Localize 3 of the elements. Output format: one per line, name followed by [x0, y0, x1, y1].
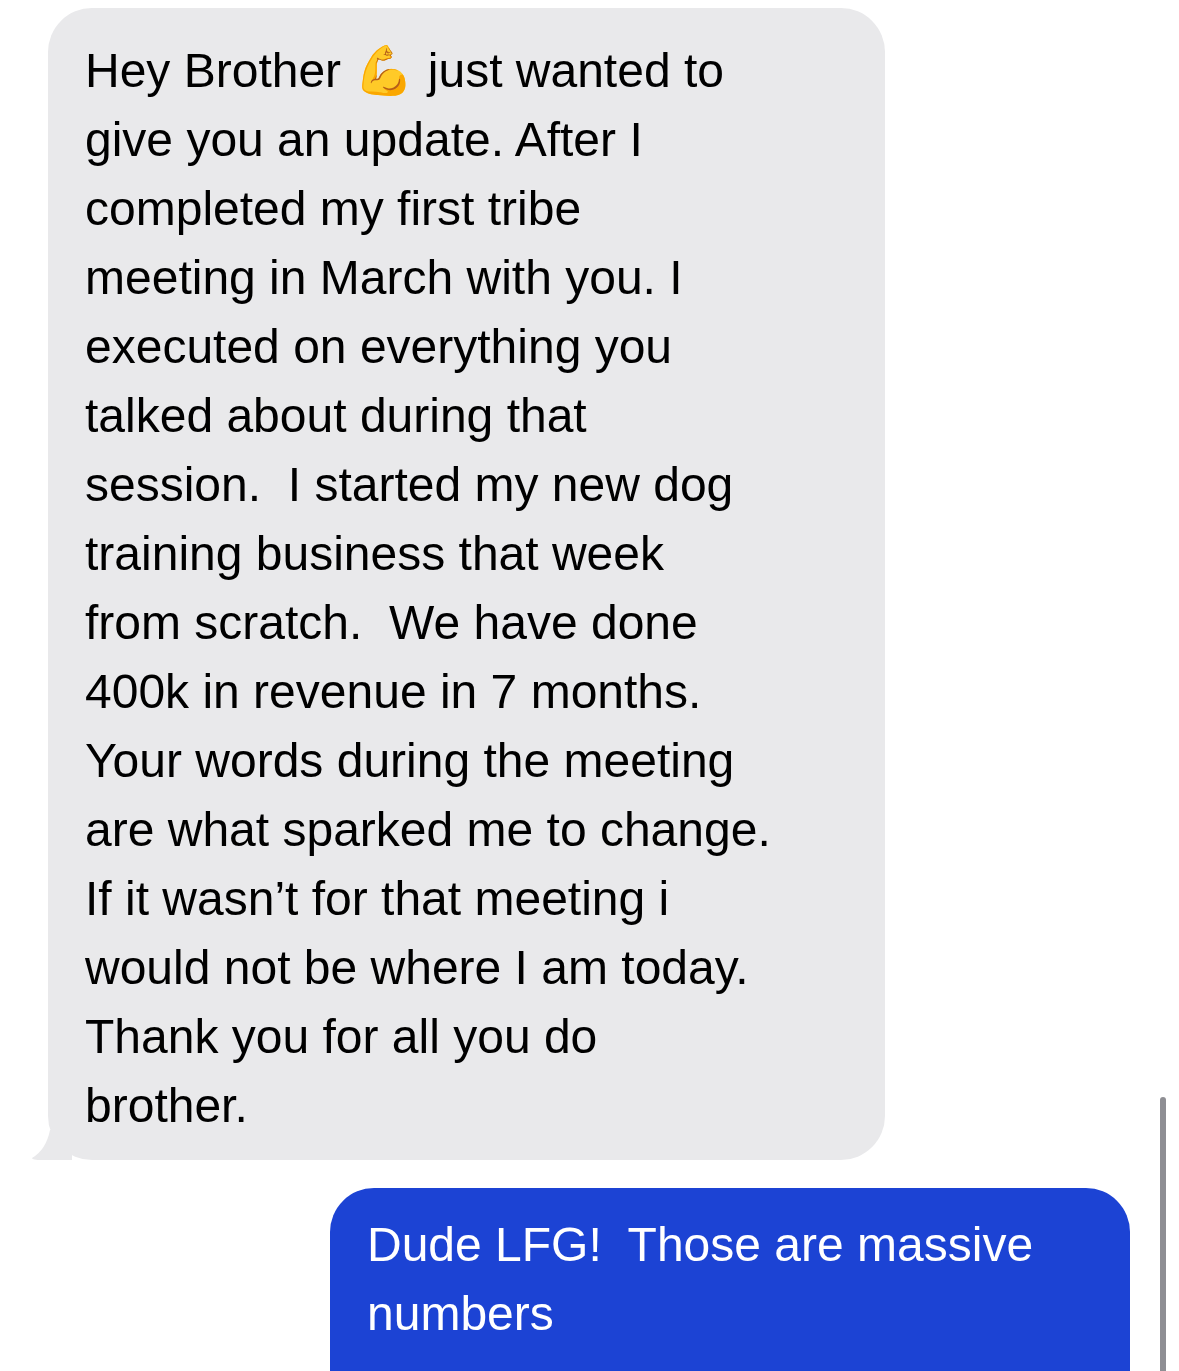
- scrollbar[interactable]: [1160, 1097, 1166, 1371]
- incoming-message-bubble: Hey Brother 💪 just wanted to give you an update. After I completed my first tribe meeting in March with you. I executed on everything you talked about during that session. I started my new dog training business that week from scratch. We have done 400k in revenue in 7 months. Your words during the meeting are what sparked me to change. If it wasn’t for that meeting i would not be where I am today. Thank you for all you do brother.: [48, 8, 885, 1160]
- outgoing-message-bubble: Dude LFG! Those are massive numbers: [330, 1188, 1130, 1371]
